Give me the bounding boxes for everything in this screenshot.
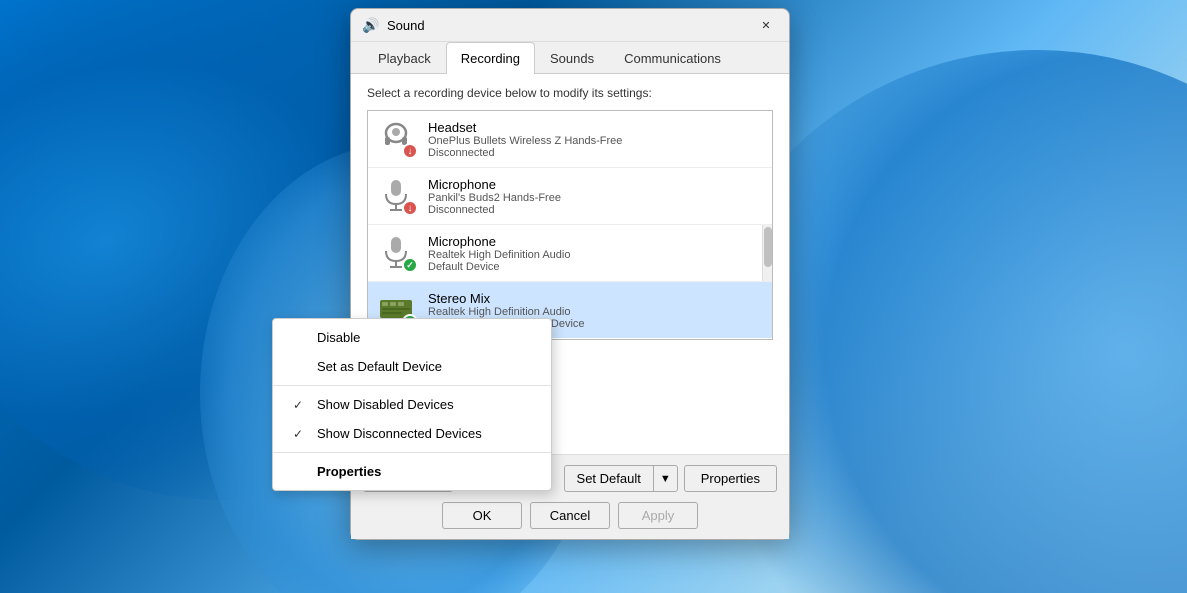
right-buttons: Set Default ▼ Properties	[564, 465, 777, 492]
tab-recording[interactable]: Recording	[446, 42, 535, 74]
dialog-title: Sound	[387, 18, 743, 33]
device-item-mic2[interactable]: ✓ Microphone Realtek High Definition Aud…	[368, 225, 772, 282]
tab-communications[interactable]: Communications	[609, 42, 736, 74]
device-info-headset: Headset OnePlus Bullets Wireless Z Hands…	[428, 120, 762, 159]
device-item-headset[interactable]: ↓ Headset OnePlus Bullets Wireless Z Han…	[368, 111, 772, 168]
default-badge: ✓	[402, 257, 418, 273]
content-instruction: Select a recording device below to modif…	[367, 86, 773, 100]
apply-button[interactable]: Apply	[618, 502, 698, 529]
menu-separator-1	[273, 385, 551, 386]
desktop: 🔊 Sound ✕ Playback Recording Sounds Comm…	[0, 0, 1187, 593]
device-status: Disconnected	[428, 204, 762, 216]
menu-separator-2	[273, 452, 551, 453]
tab-bar: Playback Recording Sounds Communications	[351, 42, 789, 74]
menu-item-set-default[interactable]: Set as Default Device	[273, 352, 551, 381]
device-list[interactable]: ↓ Headset OnePlus Bullets Wireless Z Han…	[367, 110, 773, 340]
close-button[interactable]: ✕	[743, 9, 789, 41]
disconnected-badge2: ↓	[402, 200, 418, 216]
menu-item-show-disabled[interactable]: ✓ Show Disabled Devices	[273, 390, 551, 419]
set-default-dropdown[interactable]: ▼	[653, 465, 678, 492]
device-name: Stereo Mix	[428, 291, 762, 306]
mic1-icon: ↓	[378, 176, 418, 216]
menu-item-properties[interactable]: Properties	[273, 457, 551, 486]
scrollbar[interactable]	[762, 225, 772, 281]
set-default-group: Set Default ▼	[564, 465, 678, 492]
device-sub: OnePlus Bullets Wireless Z Hands-Free	[428, 135, 762, 147]
scroll-thumb	[764, 227, 772, 267]
device-status: Default Device	[428, 261, 762, 273]
device-sub: Realtek High Definition Audio	[428, 306, 762, 318]
ok-button[interactable]: OK	[442, 502, 522, 529]
device-name: Headset	[428, 120, 762, 135]
set-default-button[interactable]: Set Default	[564, 465, 653, 492]
properties-button[interactable]: Properties	[684, 465, 777, 492]
menu-item-disable[interactable]: Disable	[273, 323, 551, 352]
tab-sounds[interactable]: Sounds	[535, 42, 609, 74]
title-bar: 🔊 Sound ✕	[351, 9, 789, 42]
cancel-button[interactable]: Cancel	[530, 502, 610, 529]
footer-row-2: OK Cancel Apply	[363, 502, 777, 529]
device-name: Microphone	[428, 234, 762, 249]
device-sub: Pankil's Buds2 Hands-Free	[428, 192, 762, 204]
tab-playback[interactable]: Playback	[363, 42, 446, 74]
device-item-mic1[interactable]: ↓ Microphone Pankil's Buds2 Hands-Free D…	[368, 168, 772, 225]
headset-icon: ↓	[378, 119, 418, 159]
sound-icon: 🔊	[363, 17, 379, 33]
device-sub: Realtek High Definition Audio	[428, 249, 762, 261]
device-info-mic1: Microphone Pankil's Buds2 Hands-Free Dis…	[428, 177, 762, 216]
device-info-mic2: Microphone Realtek High Definition Audio…	[428, 234, 762, 273]
device-status: Disconnected	[428, 147, 762, 159]
context-menu: Disable Set as Default Device ✓ Show Dis…	[272, 318, 552, 491]
disconnected-badge: ↓	[402, 143, 418, 159]
device-name: Microphone	[428, 177, 762, 192]
menu-item-show-disconnected[interactable]: ✓ Show Disconnected Devices	[273, 419, 551, 448]
mic2-icon: ✓	[378, 233, 418, 273]
